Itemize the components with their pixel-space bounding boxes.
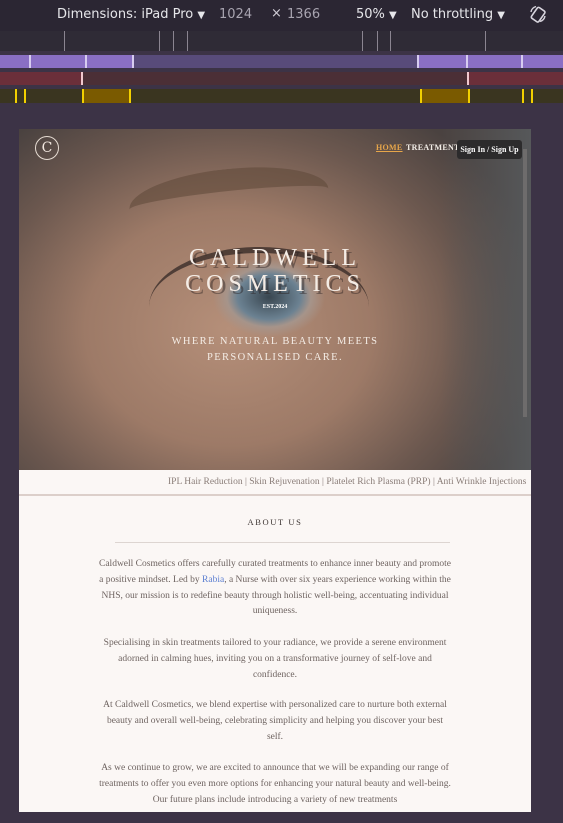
brand-line-1: CALDWELL xyxy=(189,245,361,271)
devtools-device-toolbar: Dimensions: iPad Pro ▼ 1024 × 1366 50% ▼… xyxy=(0,0,563,31)
founder-link[interactable]: Rabia xyxy=(202,575,224,585)
dimensions-label: Dimensions: iPad Pro xyxy=(57,7,194,22)
est-label: EST.2024 xyxy=(262,304,288,310)
zoom-label: 50% xyxy=(356,7,385,22)
media-query-segment[interactable] xyxy=(0,55,133,68)
media-query-marker xyxy=(467,72,469,85)
nav-link-home[interactable]: HOME xyxy=(376,143,403,152)
brand-line-2: COSMETICS xyxy=(185,271,365,297)
media-query-marker xyxy=(420,89,422,103)
chevron-down-icon: ▼ xyxy=(389,10,397,21)
width-input[interactable]: 1024 xyxy=(219,7,252,22)
media-query-marker xyxy=(521,55,523,68)
media-query-marker xyxy=(417,55,419,68)
about-heading: ABOUT US xyxy=(247,517,303,527)
nav-link-treatments[interactable]: TREATMENTS xyxy=(406,143,464,152)
chevron-down-icon: ▼ xyxy=(497,10,505,21)
hero-image-shade xyxy=(441,129,531,470)
media-query-marker xyxy=(466,55,468,68)
tagline-line-2: PERSONALISED CARE. xyxy=(206,352,344,363)
ruler-tick xyxy=(64,31,65,51)
hero-brand-title: CALDWELL COSMETICS xyxy=(19,245,531,297)
media-query-bar-min[interactable] xyxy=(0,89,563,103)
media-query-bar-max[interactable] xyxy=(0,55,563,68)
ticker-text: IPL Hair Reduction | Skin Rejuvenation |… xyxy=(168,477,527,487)
throttling-dropdown[interactable]: No throttling ▼ xyxy=(411,7,505,22)
ruler-tick xyxy=(159,31,160,51)
brand-logo[interactable]: C xyxy=(35,136,59,160)
sign-in-button[interactable]: Sign In / Sign Up xyxy=(457,140,522,159)
ruler-tick xyxy=(485,31,486,51)
rotate-icon[interactable] xyxy=(528,4,548,24)
device-ruler xyxy=(0,31,563,51)
ruler-tick xyxy=(390,31,391,51)
media-query-marker xyxy=(82,89,84,103)
ruler-tick xyxy=(377,31,378,51)
media-query-marker xyxy=(81,72,83,85)
throttling-label: No throttling xyxy=(411,7,494,22)
media-query-segment[interactable] xyxy=(82,89,131,103)
media-query-marker xyxy=(15,89,17,103)
zoom-dropdown[interactable]: 50% ▼ xyxy=(356,7,397,22)
about-paragraph-2: Specialising in skin treatments tailored… xyxy=(103,638,447,680)
device-viewport[interactable]: C HOME TREATMENTS Sign In / Sign Up CALD… xyxy=(19,129,531,812)
media-query-segment[interactable] xyxy=(417,55,563,68)
about-paragraph-1: Caldwell Cosmetics offers carefully cura… xyxy=(99,557,451,620)
ruler-tick xyxy=(173,31,174,51)
about-paragraph-3: At Caldwell Cosmetics, we blend expertis… xyxy=(103,700,447,742)
treatments-ticker: IPL Hair Reduction | Skin Rejuvenation |… xyxy=(19,470,531,496)
media-query-segment[interactable] xyxy=(0,72,82,85)
about-paragraph-4: As we continue to grow, we are excited t… xyxy=(99,763,451,805)
media-query-marker xyxy=(29,55,31,68)
about-divider xyxy=(115,542,450,543)
hero-image-brow xyxy=(126,158,332,240)
ruler-tick xyxy=(187,31,188,51)
media-query-marker xyxy=(24,89,26,103)
ruler-tick xyxy=(362,31,363,51)
media-query-marker xyxy=(132,55,134,68)
media-query-marker xyxy=(129,89,131,103)
dimensions-dropdown[interactable]: Dimensions: iPad Pro ▼ xyxy=(57,7,205,22)
media-query-segment[interactable] xyxy=(467,72,563,85)
height-input[interactable]: 1366 xyxy=(287,7,320,22)
hero-tagline: WHERE NATURAL BEAUTY MEETS PERSONALISED … xyxy=(19,334,531,366)
media-query-marker xyxy=(531,89,533,103)
media-query-marker xyxy=(522,89,524,103)
media-query-segment[interactable] xyxy=(420,89,469,103)
media-query-bar-range[interactable] xyxy=(0,72,563,85)
tagline-line-1: WHERE NATURAL BEAUTY MEETS xyxy=(171,336,379,347)
times-sign: × xyxy=(271,6,282,21)
media-query-marker xyxy=(468,89,470,103)
media-query-marker xyxy=(85,55,87,68)
hero-section: C HOME TREATMENTS Sign In / Sign Up CALD… xyxy=(19,129,531,470)
chevron-down-icon: ▼ xyxy=(197,10,206,21)
